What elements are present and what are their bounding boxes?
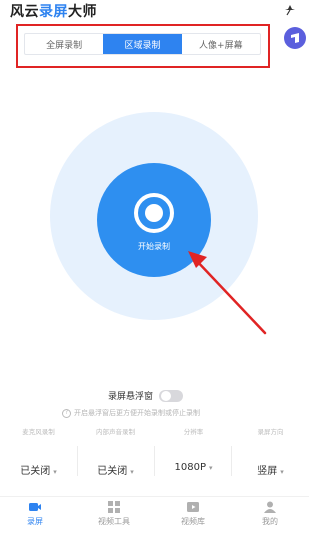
- setting-label: 内部声音录制: [96, 428, 135, 436]
- setting-value: 竖屏: [257, 466, 278, 477]
- setting-label: 录屏方向: [257, 428, 284, 436]
- setting-value: 已关闭: [97, 466, 128, 477]
- bottom-nav: 录屏 视频工具 视频库 我的: [0, 496, 309, 533]
- setting-value: 已关闭: [20, 466, 51, 477]
- question-icon: ?: [62, 408, 71, 418]
- app-title: 风云录屏大师: [10, 1, 97, 21]
- tab-fullscreen[interactable]: 全屏录制: [25, 34, 103, 54]
- settings-divider: [154, 446, 155, 476]
- floating-window-hint: ? 开启悬浮窗后更方便开始录制或停止录制: [62, 408, 200, 418]
- video-library-icon: [187, 502, 199, 512]
- app-title-part3: 大师: [68, 4, 97, 20]
- tab-region[interactable]: 区域录制: [103, 34, 182, 54]
- tab-portrait-screen[interactable]: 人像+屏幕: [182, 34, 260, 54]
- setting-label: 麦克风录制: [22, 428, 55, 436]
- profile-icon: [264, 501, 276, 513]
- nav-profile[interactable]: 我的: [240, 501, 300, 527]
- dropdown-caret-icon: ▾: [280, 468, 284, 476]
- app-title-part1: 风云: [10, 4, 39, 20]
- record-video-icon: [29, 503, 41, 511]
- setting-label: 分辨率: [183, 428, 204, 436]
- floating-window-row: 录屏悬浮窗: [108, 389, 184, 402]
- nav-video-library[interactable]: 视频库: [163, 501, 223, 527]
- settings-divider: [77, 446, 78, 476]
- nav-video-tools[interactable]: 视频工具: [84, 501, 144, 527]
- dropdown-caret-icon: ▾: [130, 468, 134, 476]
- nav-record[interactable]: 录屏: [5, 501, 65, 527]
- red-arrow-annotation: [188, 251, 267, 335]
- record-mode-tabs: 全屏录制 区域录制 人像+屏幕: [24, 33, 261, 55]
- tabs-highlight-frame: 全屏录制 区域录制 人像+屏幕: [16, 24, 270, 68]
- floating-window-label: 录屏悬浮窗: [108, 392, 154, 402]
- setting-value: 1080P: [174, 462, 206, 473]
- nav-label: 视频工具: [98, 517, 130, 526]
- record-icon: [134, 193, 174, 233]
- app-title-part2: 录屏: [39, 4, 68, 20]
- nav-label: 视频库: [181, 517, 205, 526]
- dropdown-caret-icon: ▾: [208, 464, 213, 472]
- app-badge-icon[interactable]: [284, 27, 306, 49]
- tools-grid-icon: [108, 501, 120, 513]
- pin-icon[interactable]: [283, 4, 297, 16]
- hint-text: 开启悬浮窗后更方便开始录制或停止录制: [74, 409, 200, 417]
- settings-divider: [231, 446, 232, 476]
- nav-label: 录屏: [27, 517, 43, 526]
- nav-label: 我的: [262, 517, 278, 526]
- dropdown-caret-icon: ▾: [53, 468, 57, 476]
- floating-window-toggle[interactable]: [159, 389, 184, 402]
